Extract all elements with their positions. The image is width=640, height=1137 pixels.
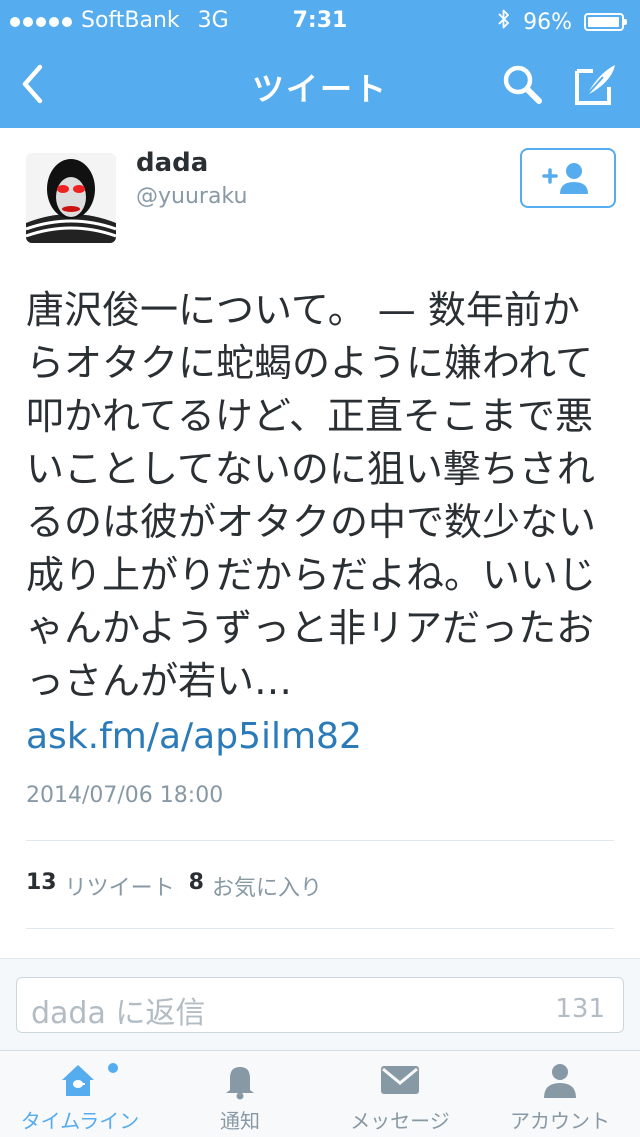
search-icon — [503, 65, 542, 104]
battery-percent: 96% — [523, 9, 572, 35]
envelope-icon — [378, 1059, 422, 1101]
tweet-text: 唐沢俊一について。 — 数年前からオタクに蛇蝎のように嫌われて叩かれてるけど、正… — [26, 288, 597, 703]
status-bar: SoftBank 3G 7:31 96% — [0, 0, 640, 40]
avatar[interactable] — [26, 153, 116, 243]
chevron-left-icon — [22, 64, 43, 104]
search-button[interactable] — [496, 58, 548, 110]
tab-notifications[interactable]: 通知 — [160, 1051, 320, 1137]
tab-account-label: アカウント — [510, 1109, 610, 1133]
tab-timeline-label: タイムライン — [20, 1109, 140, 1133]
tab-messages-label: メッセージ — [350, 1109, 450, 1133]
user-name[interactable]: dada — [136, 148, 208, 178]
tweet-stats: 13 リツイート 8 お気に入り — [26, 870, 322, 902]
tab-timeline[interactable]: タイムライン — [0, 1051, 160, 1137]
navigation-bar: ツイート — [0, 40, 640, 128]
reply-input[interactable]: dada に返信 131 — [16, 977, 624, 1033]
tweet-timestamp: 2014/07/06 18:00 — [26, 783, 224, 808]
retweet-label: リツイート — [64, 876, 175, 901]
back-button[interactable] — [12, 56, 52, 112]
person-icon — [540, 1059, 580, 1101]
bell-icon — [220, 1059, 260, 1101]
tab-messages[interactable]: メッセージ — [320, 1051, 480, 1137]
tab-notifications-label: 通知 — [220, 1109, 260, 1133]
follow-button[interactable] — [520, 148, 616, 208]
bluetooth-icon — [497, 8, 511, 36]
battery-icon — [584, 13, 627, 31]
favorite-stat[interactable]: 8 お気に入り — [189, 870, 322, 902]
add-user-icon — [542, 163, 588, 194]
retweet-stat[interactable]: 13 リツイート — [26, 870, 175, 902]
retweet-count: 13 — [26, 870, 57, 895]
compose-button[interactable] — [568, 58, 624, 110]
favorite-label: お気に入り — [211, 876, 322, 901]
tab-bar: タイムライン 通知 メッセージ アカウント — [0, 1050, 640, 1137]
divider — [26, 840, 614, 841]
tab-account[interactable]: アカウント — [480, 1051, 640, 1137]
divider — [26, 928, 614, 929]
favorite-count: 8 — [188, 870, 204, 895]
user-handle[interactable]: @yuuraku — [136, 184, 247, 209]
compose-icon — [575, 65, 615, 105]
home-icon — [58, 1059, 102, 1101]
reply-bar: dada に返信 131 — [0, 958, 640, 1051]
reply-placeholder: dada に返信 — [31, 996, 206, 1031]
character-counter: 131 — [555, 994, 605, 1024]
tweet-link[interactable]: ask.fm/a/ap5ilm82 — [26, 716, 362, 757]
new-tweets-indicator — [108, 1063, 118, 1073]
